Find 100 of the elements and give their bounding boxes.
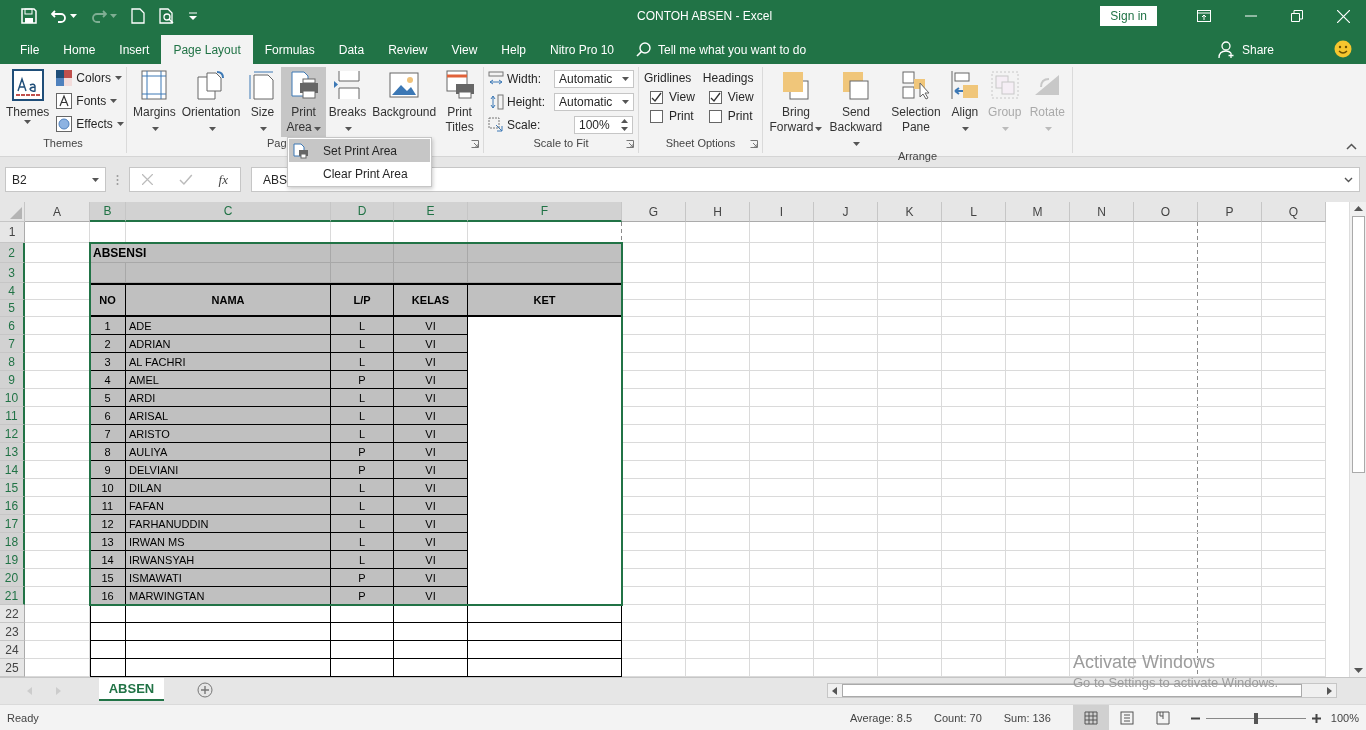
scroll-left-icon[interactable] — [832, 686, 837, 695]
row-header[interactable]: 16 — [0, 497, 25, 515]
close-icon[interactable] — [1337, 9, 1350, 23]
row-header[interactable]: 25 — [0, 659, 25, 677]
save-icon[interactable] — [21, 8, 37, 24]
column-header[interactable]: O — [1134, 202, 1198, 222]
zoom-level[interactable]: 100% — [1330, 712, 1359, 724]
row-header[interactable]: 14 — [0, 461, 25, 479]
ribbon-tab[interactable]: Home — [51, 35, 108, 64]
ribbon-tab[interactable]: Page Layout — [161, 35, 253, 64]
row-header[interactable]: 3 — [0, 263, 25, 283]
row-header[interactable]: 10 — [0, 389, 25, 407]
row-header[interactable]: 19 — [0, 551, 25, 569]
checkmark-icon[interactable] — [178, 174, 193, 185]
dialog-launcher-icon[interactable] — [471, 140, 479, 148]
ribbon-button[interactable]: Send Backward — [825, 67, 886, 151]
zoom-in-icon[interactable] — [1311, 713, 1321, 723]
ribbon-button[interactable]: Orientation — [178, 67, 244, 137]
row-header[interactable]: 18 — [0, 533, 25, 551]
add-sheet-icon[interactable] — [197, 682, 213, 698]
row-header[interactable]: 11 — [0, 407, 25, 425]
sheet-tab[interactable]: ABSEN — [99, 678, 164, 701]
column-header[interactable]: N — [1070, 202, 1134, 222]
ribbon-display-icon[interactable] — [1197, 10, 1211, 22]
row-header[interactable]: 17 — [0, 515, 25, 533]
column-header[interactable]: D — [331, 202, 394, 222]
ribbon-tab[interactable]: View — [439, 35, 490, 64]
redo-icon[interactable] — [91, 9, 107, 23]
spinner-field[interactable]: 100% — [574, 116, 633, 134]
ribbon-tab[interactable]: Data — [326, 35, 377, 64]
dialog-launcher-icon[interactable] — [750, 140, 758, 148]
zoom-slider-thumb[interactable] — [1253, 712, 1258, 724]
row-header[interactable]: 23 — [0, 623, 25, 641]
column-header[interactable]: J — [814, 202, 878, 222]
new-document-icon[interactable] — [131, 8, 145, 24]
ribbon-button[interactable]: Print Titles — [439, 67, 480, 137]
vertical-scrollbar[interactable] — [1349, 202, 1366, 677]
row-header[interactable]: 2 — [0, 243, 25, 263]
column-header[interactable]: I — [750, 202, 814, 222]
ribbon-button[interactable]: Align — [945, 67, 984, 137]
dialog-launcher-icon[interactable] — [626, 140, 634, 148]
column-header[interactable]: E — [394, 202, 468, 222]
ribbon-button[interactable]: Breaks — [325, 67, 370, 137]
theme-option-button[interactable]: Colors — [56, 68, 124, 88]
undo-icon[interactable] — [51, 9, 67, 23]
row-header[interactable]: 8 — [0, 353, 25, 371]
row-header[interactable]: 12 — [0, 425, 25, 443]
row-header[interactable]: 1 — [0, 222, 25, 243]
sign-in-button[interactable]: Sign in — [1100, 6, 1157, 26]
row-header[interactable]: 20 — [0, 569, 25, 587]
scroll-right-icon[interactable] — [1327, 686, 1332, 695]
ribbon-tab[interactable]: Review — [376, 35, 440, 64]
smiley-icon[interactable] — [1334, 40, 1352, 58]
ribbon-button[interactable]: Bring Forward — [766, 67, 826, 137]
column-header[interactable]: Q — [1262, 202, 1326, 222]
ribbon-tab[interactable]: Formulas — [252, 35, 327, 64]
row-header[interactable]: 22 — [0, 605, 25, 623]
ribbon-button[interactable]: Size — [243, 67, 282, 137]
ribbon-tab[interactable]: Nitro Pro 10 — [538, 35, 626, 64]
ribbon-tab[interactable]: Insert — [107, 35, 162, 64]
theme-option-button[interactable]: Effects — [56, 114, 124, 134]
row-header[interactable]: 15 — [0, 479, 25, 497]
row-header[interactable]: 7 — [0, 335, 25, 353]
row-header[interactable]: 9 — [0, 371, 25, 389]
row-header[interactable]: 4 — [0, 283, 25, 300]
scroll-up-icon[interactable] — [1353, 206, 1363, 211]
row-header[interactable]: 13 — [0, 443, 25, 461]
column-header[interactable]: H — [686, 202, 750, 222]
name-box[interactable]: B2 — [5, 167, 106, 192]
ribbon-button[interactable]: Background — [369, 67, 440, 137]
row-header[interactable]: 6 — [0, 317, 25, 335]
column-header[interactable]: A — [25, 202, 90, 222]
expand-icon[interactable] — [1344, 176, 1353, 183]
tell-me-field[interactable]: Tell me what you want to do — [658, 42, 807, 57]
column-header[interactable]: L — [942, 202, 1006, 222]
print-preview-icon[interactable] — [159, 8, 175, 24]
ribbon-tab[interactable]: File — [8, 35, 52, 64]
dropdown-field[interactable]: Automatic — [554, 70, 634, 88]
insert-function-button[interactable]: fx — [218, 171, 228, 188]
customize-menu-icon[interactable] — [189, 12, 197, 20]
scroll-down-icon[interactable] — [1353, 668, 1363, 673]
column-header[interactable]: G — [622, 202, 686, 222]
column-header[interactable]: C — [126, 202, 331, 222]
collapse-ribbon-icon[interactable] — [1346, 143, 1357, 150]
checkbox[interactable]: View — [702, 90, 754, 104]
restore-icon[interactable] — [1291, 10, 1303, 22]
column-header[interactable]: B — [90, 202, 126, 222]
ribbon-button[interactable]: Selection Pane — [885, 67, 946, 137]
ribbon-button[interactable]: Print Area — [281, 67, 326, 137]
row-header[interactable]: 24 — [0, 641, 25, 659]
ribbon-tab[interactable]: Help — [489, 35, 538, 64]
menu-item[interactable]: Set Print Area — [289, 139, 430, 162]
checkbox[interactable]: Print — [702, 109, 754, 123]
checkbox[interactable]: Print — [644, 109, 695, 123]
column-header[interactable]: M — [1006, 202, 1070, 222]
row-header[interactable]: 5 — [0, 300, 25, 317]
share-button[interactable]: Share — [1217, 35, 1274, 64]
theme-option-button[interactable]: Fonts — [56, 91, 124, 111]
row-header[interactable]: 21 — [0, 587, 25, 605]
ribbon-button[interactable]: Margins — [130, 67, 179, 137]
